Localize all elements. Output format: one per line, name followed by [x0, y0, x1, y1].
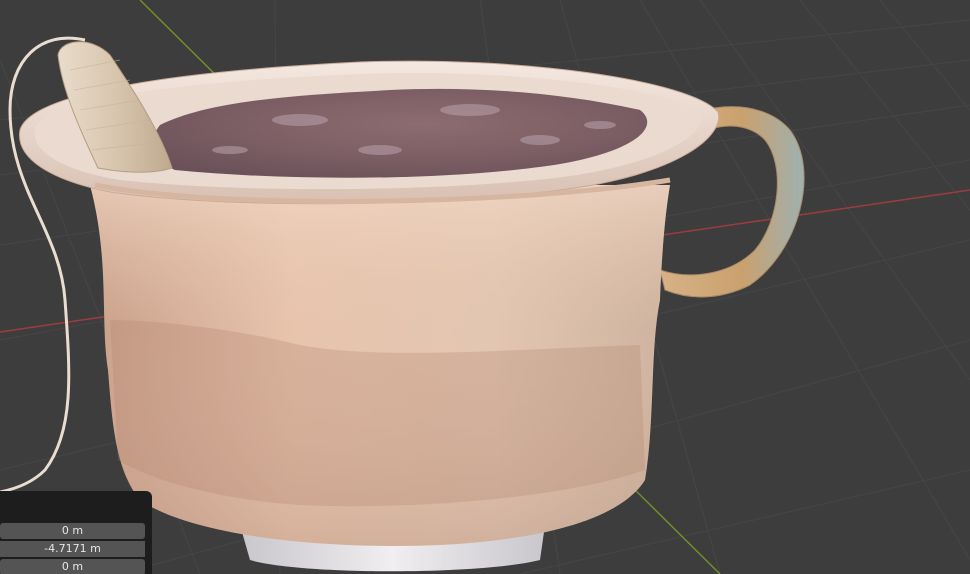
3d-viewport[interactable]: 0 m -4.7171 m 0 m: [0, 0, 970, 574]
location-z-field[interactable]: 0 m: [0, 559, 145, 574]
location-y-field[interactable]: -4.7171 m: [0, 541, 145, 557]
transform-location-panel: 0 m -4.7171 m 0 m: [0, 491, 152, 574]
viewport-scene: [0, 0, 970, 574]
location-x-field[interactable]: 0 m: [0, 523, 145, 539]
